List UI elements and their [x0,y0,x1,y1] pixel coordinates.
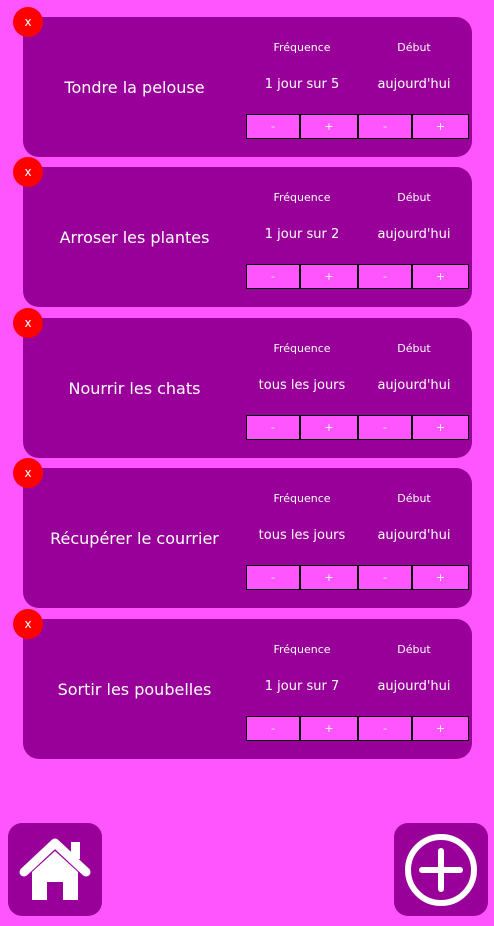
frequency-increase-button[interactable]: + [300,264,358,289]
task-card: Récupérer le courrier Fréquence Début to… [13,458,472,608]
frequency-value: tous les jours [258,528,346,543]
task-name: Sortir les poubelles [57,679,212,699]
start-increase-button[interactable]: + [412,415,469,440]
home-icon [19,838,91,900]
frequency-value: 1 jour sur 5 [264,77,340,92]
start-increase-button[interactable]: + [412,264,469,289]
frequency-increase-button[interactable]: + [300,565,358,590]
start-increase-button[interactable]: + [412,114,469,139]
start-decrease-button[interactable]: - [358,264,412,289]
delete-task-button[interactable]: x [13,308,43,338]
frequency-label: Fréquence [273,41,331,54]
task-card: Nourrir les chats Fréquence Début tous l… [13,308,472,458]
task-name: Nourrir les chats [68,378,201,398]
frequency-decrease-button[interactable]: - [246,716,300,741]
task-name: Arroser les plantes [59,227,210,247]
start-value: aujourd'hui [377,227,451,242]
delete-task-button[interactable]: x [13,157,43,187]
start-value: aujourd'hui [377,378,451,393]
frequency-decrease-button[interactable]: - [246,264,300,289]
frequency-label: Fréquence [273,643,331,656]
frequency-decrease-button[interactable]: - [246,114,300,139]
task-name: Récupérer le courrier [50,528,219,548]
start-decrease-button[interactable]: - [358,716,412,741]
frequency-decrease-button[interactable]: - [246,415,300,440]
start-decrease-button[interactable]: - [358,114,412,139]
frequency-value: tous les jours [258,378,346,393]
start-label: Début [397,41,431,54]
start-value: aujourd'hui [377,679,451,694]
frequency-label: Fréquence [273,492,331,505]
start-label: Début [397,492,431,505]
start-decrease-button[interactable]: - [358,565,412,590]
task-card: Sortir les poubelles Fréquence Début 1 j… [13,609,472,759]
start-label: Début [397,342,431,355]
frequency-decrease-button[interactable]: - [246,565,300,590]
frequency-increase-button[interactable]: + [300,114,358,139]
start-value: aujourd'hui [377,528,451,543]
start-increase-button[interactable]: + [412,565,469,590]
home-button[interactable] [8,823,102,916]
plus-circle-icon [405,833,477,906]
task-card: Tondre la pelouse Fréquence Début 1 jour… [13,7,472,157]
delete-task-button[interactable]: x [13,458,43,488]
task-card: Arroser les plantes Fréquence Début 1 jo… [13,157,472,307]
start-decrease-button[interactable]: - [358,415,412,440]
frequency-label: Fréquence [273,342,331,355]
delete-task-button[interactable]: x [13,609,43,639]
frequency-value: 1 jour sur 7 [264,679,340,694]
frequency-value: 1 jour sur 2 [264,227,340,242]
start-increase-button[interactable]: + [412,716,469,741]
add-task-button[interactable] [394,823,488,916]
start-label: Début [397,643,431,656]
frequency-label: Fréquence [273,191,331,204]
frequency-increase-button[interactable]: + [300,716,358,741]
task-name: Tondre la pelouse [64,77,205,97]
frequency-increase-button[interactable]: + [300,415,358,440]
delete-task-button[interactable]: x [13,7,43,37]
start-label: Début [397,191,431,204]
start-value: aujourd'hui [377,77,451,92]
